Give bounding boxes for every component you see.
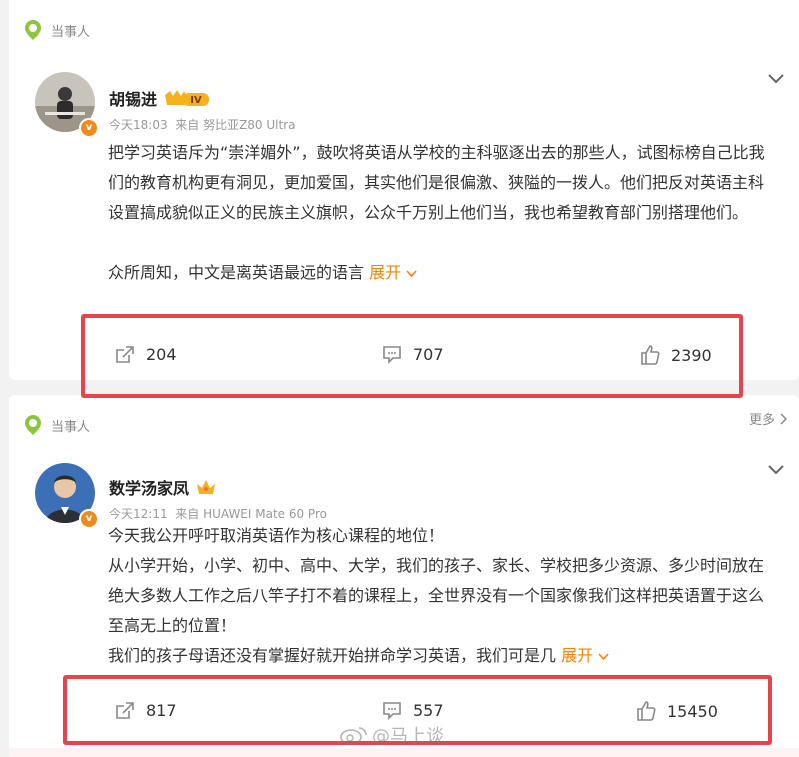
watermark: @马上谈 xyxy=(340,722,444,748)
highlight-box-1 xyxy=(81,314,743,398)
post-body: 把学习英语斥为“崇洋媚外”，鼓吹将英语从学校的主科驱逐出去的那些人，试图标榜自己… xyxy=(108,138,778,288)
svg-text:IV: IV xyxy=(190,95,202,106)
expand-link[interactable]: 展开 xyxy=(561,646,609,665)
author-name[interactable]: 数学汤家凤 xyxy=(109,475,217,499)
expand-label[interactable]: 展开 xyxy=(561,646,593,665)
watermark-text: @马上谈 xyxy=(372,726,444,747)
next-card-edge xyxy=(9,748,799,757)
weibo-logo-icon xyxy=(340,727,367,745)
author-name[interactable]: 胡锡进 IV xyxy=(109,86,211,110)
party-tag-icon xyxy=(23,414,43,436)
post-time[interactable]: 今天12:11 xyxy=(109,507,168,521)
crown-level-badge-icon: IV xyxy=(163,87,211,109)
expand-chevron-icon xyxy=(598,653,609,661)
chevron-down-icon[interactable] xyxy=(767,461,785,480)
party-tag-label: 当事人 xyxy=(51,419,91,435)
post-body: 今天我公开呼吁取消英语作为核心课程的地位！ 从小学开始，小学、初中、高中、大学，… xyxy=(108,521,778,671)
post-time[interactable]: 今天18:03 xyxy=(109,118,168,132)
party-tag-label: 当事人 xyxy=(51,24,91,40)
party-tag: 当事人 xyxy=(23,19,90,41)
chevron-right-icon xyxy=(780,412,787,425)
post-paragraph-text: 我们的孩子母语还没有掌握好就开始拼命学习英语，我们可是几 xyxy=(108,646,557,665)
post-meta: 今天12:11 来自 HUAWEI Mate 60 Pro xyxy=(109,505,327,522)
source-prefix: 来自 xyxy=(175,507,200,521)
post-meta: 今天18:03 来自 努比亚Z80 Ultra xyxy=(109,116,296,133)
author-name-text[interactable]: 数学汤家凤 xyxy=(109,475,189,499)
more-label[interactable]: 更多 xyxy=(749,409,775,428)
verified-badge-icon: v xyxy=(79,509,99,529)
crown-badge-icon xyxy=(195,477,217,497)
party-tag-icon xyxy=(23,19,43,41)
post-paragraph: 从小学开始，小学、初中、高中、大学，我们的孩子、家长、学校把多少资源、多少时间放… xyxy=(108,556,765,635)
verified-badge-icon: v xyxy=(79,118,99,138)
expand-link[interactable]: 展开 xyxy=(369,263,417,282)
post-paragraph-truncated: 我们的孩子母语还没有掌握好就开始拼命学习英语，我们可是几 展开 xyxy=(108,641,778,671)
post-source: 努比亚Z80 Ultra xyxy=(203,118,296,132)
author-name-text[interactable]: 胡锡进 xyxy=(109,86,157,110)
post-paragraph: 今天我公开呼吁取消英语作为核心课程的地位！ xyxy=(108,526,445,545)
source-prefix: 来自 xyxy=(175,118,200,132)
post-paragraph: 把学习英语斥为“崇洋媚外”，鼓吹将英语从学校的主科驱逐出去的那些人，试图标榜自己… xyxy=(108,143,765,222)
expand-label[interactable]: 展开 xyxy=(369,263,401,282)
chevron-down-icon[interactable] xyxy=(767,70,785,89)
post-source: HUAWEI Mate 60 Pro xyxy=(203,507,327,521)
expand-chevron-icon xyxy=(406,270,417,278)
post-paragraph-truncated: 众所周知，中文是离英语最远的语言 展开 xyxy=(108,258,778,288)
more-link[interactable]: 更多 xyxy=(749,409,787,428)
post-paragraph-text: 众所周知，中文是离英语最远的语言 xyxy=(108,263,365,282)
party-tag: 当事人 xyxy=(23,414,90,436)
